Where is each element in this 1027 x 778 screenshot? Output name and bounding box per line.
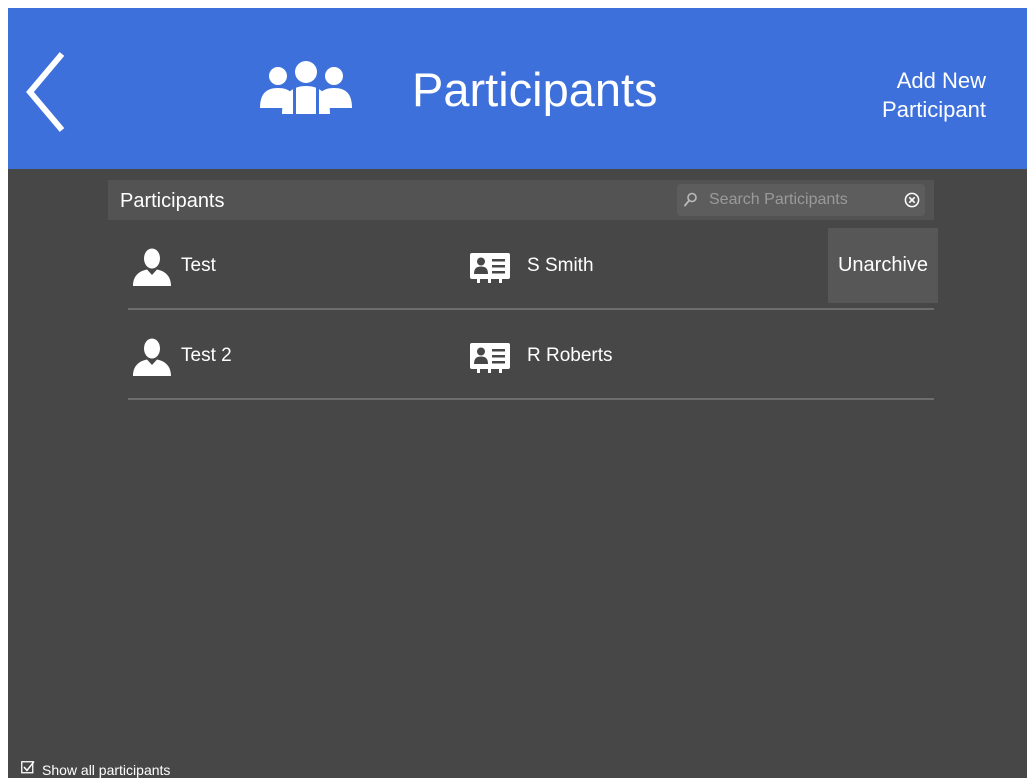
participant-row[interactable]: Test 2 R Roberts [128, 310, 934, 400]
chevron-left-icon [26, 52, 65, 132]
participant-name: Test 2 [181, 345, 232, 366]
list-header-label: Participants [120, 190, 225, 212]
list-header: Participants [108, 180, 934, 220]
unarchive-button[interactable]: Unarchive [828, 228, 938, 303]
page-title: Participants [412, 63, 658, 116]
person-icon [133, 338, 171, 376]
clear-search-icon[interactable] [904, 192, 920, 208]
contact-card-icon [470, 343, 510, 373]
add-button-label-line1: Add New [896, 68, 986, 93]
participant-name: Test [181, 255, 216, 276]
checkbox-checked-icon[interactable] [21, 761, 35, 775]
search-box[interactable] [677, 184, 925, 216]
add-button-label-line2: Participant [882, 97, 986, 122]
search-icon [684, 192, 697, 207]
row-divider [128, 398, 934, 400]
group-icon [260, 61, 352, 114]
add-new-participant-button[interactable]: Add New Participant [816, 66, 986, 124]
participant-row[interactable]: Test S Smith Unarchive [128, 220, 938, 310]
contact-card-icon [470, 253, 510, 283]
participants-screen: Participants Add New Participant Partici… [8, 8, 1027, 778]
search-input[interactable] [705, 187, 903, 213]
person-icon [133, 248, 171, 286]
back-button[interactable] [22, 50, 78, 134]
contact-name: S Smith [527, 255, 594, 276]
app-header: Participants Add New Participant [8, 8, 1027, 169]
show-all-participants-label: Show all participants [42, 762, 171, 778]
contact-name: R Roberts [527, 345, 613, 366]
